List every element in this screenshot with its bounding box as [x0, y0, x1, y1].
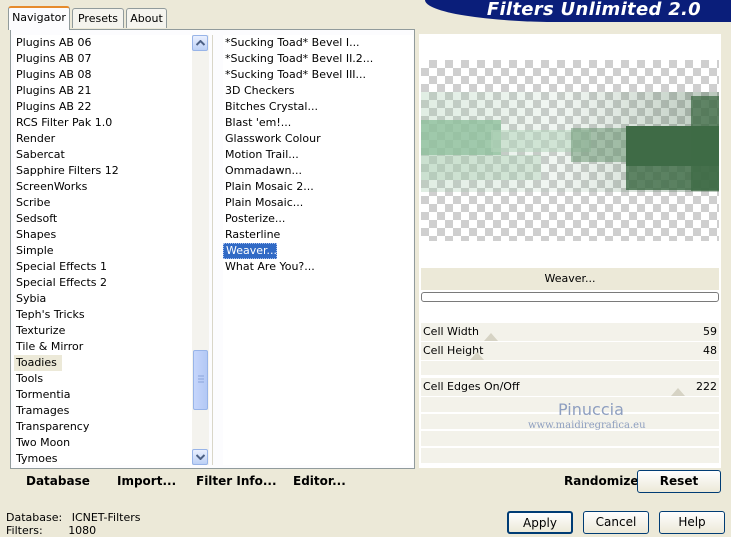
filter-item[interactable]: Posterize... [223, 211, 285, 227]
status-database-value: ICNET-Filters [71, 511, 141, 524]
param-cell-edges[interactable]: Cell Edges On/Off 222 [421, 378, 719, 396]
category-item[interactable]: Plugins AB 06 [14, 35, 91, 51]
database-button[interactable]: Database [26, 474, 90, 488]
category-item[interactable]: Texturize [14, 323, 65, 339]
category-item[interactable]: Tymoes [14, 451, 57, 465]
current-filter-name: Weaver... [421, 268, 719, 290]
editor-button[interactable]: Editor... [293, 474, 346, 488]
filter-item[interactable]: Plain Mosaic 2... [223, 179, 314, 195]
title-banner: Filters Unlimited 2.0 [425, 0, 731, 22]
param-empty [421, 431, 719, 446]
category-item[interactable]: Tile & Mirror [14, 339, 83, 355]
category-scrollbar[interactable] [192, 35, 209, 465]
tab-presets[interactable]: Presets [72, 8, 124, 28]
filter-item[interactable]: Ommadawn... [223, 163, 302, 179]
scroll-thumb[interactable] [193, 350, 208, 410]
category-list[interactable]: Plugins AB 06 Plugins AB 07 Plugins AB 08 P… [14, 35, 192, 465]
category-item[interactable]: Simple [14, 243, 54, 259]
category-item[interactable]: Special Effects 2 [14, 275, 107, 291]
tab-about[interactable]: About [126, 8, 167, 28]
app-title: Filters Unlimited 2.0 [486, 0, 701, 20]
filter-info-button[interactable]: Filter Info... [196, 474, 277, 488]
reset-button[interactable]: Reset [637, 470, 721, 493]
slider-thumb[interactable] [484, 333, 498, 341]
status-database-label: Database: [6, 511, 63, 524]
filter-item[interactable]: Blast 'em!... [223, 115, 291, 131]
list-divider [212, 35, 213, 465]
category-item[interactable]: Transparency [14, 419, 89, 435]
param-cell-width[interactable]: Cell Width 59 [421, 323, 719, 341]
category-item[interactable]: Tormentia [14, 387, 70, 403]
slider-thumb[interactable] [470, 352, 484, 360]
category-item[interactable]: Plugins AB 22 [14, 99, 91, 115]
param-label: Cell Width [423, 325, 480, 338]
category-item[interactable]: Sedsoft [14, 211, 57, 227]
tab-navigator[interactable]: Navigator [8, 6, 70, 30]
preview-image [421, 60, 719, 241]
param-empty [421, 361, 719, 375]
category-item[interactable]: Two Moon [14, 435, 70, 451]
category-item[interactable]: Teph's Tricks [14, 307, 85, 323]
category-item[interactable]: Plugins AB 21 [14, 83, 91, 99]
category-item[interactable]: Render [14, 131, 55, 147]
grip-icon [198, 375, 204, 383]
chevron-down-icon [195, 454, 205, 460]
category-item[interactable]: ScreenWorks [14, 179, 87, 195]
param-empty [421, 448, 719, 463]
filter-item[interactable]: Motion Trail... [223, 147, 299, 163]
filter-item[interactable]: *Sucking Toad* Bevel III... [223, 67, 366, 83]
param-label: Cell Edges On/Off [423, 380, 520, 393]
progress-bar [421, 292, 719, 302]
right-button-bar: Randomize Reset [421, 470, 721, 494]
filter-item[interactable]: Bitches Crystal... [223, 99, 318, 115]
chevron-up-icon [195, 40, 205, 46]
filter-item[interactable]: Weaver... [223, 243, 277, 259]
param-value: 222 [696, 380, 717, 393]
randomize-button[interactable]: Randomize [564, 474, 638, 488]
watermark-name: Pinuccia [558, 400, 624, 419]
category-item[interactable]: Sapphire Filters 12 [14, 163, 119, 179]
filter-item[interactable]: What Are You?... [223, 259, 315, 275]
filter-item[interactable]: *Sucking Toad* Bevel I... [223, 35, 360, 51]
filter-item[interactable]: Rasterline [223, 227, 280, 243]
category-item[interactable]: Toadies [14, 355, 62, 371]
left-button-bar: Database Import... Filter Info... Editor… [10, 470, 415, 494]
category-item[interactable]: Shapes [14, 227, 56, 243]
import-button[interactable]: Import... [117, 474, 176, 488]
category-item[interactable]: Special Effects 1 [14, 259, 107, 275]
category-item[interactable]: Tramages [14, 403, 69, 419]
category-item[interactable]: Sabercat [14, 147, 65, 163]
scroll-down-button[interactable] [192, 449, 208, 465]
scroll-up-button[interactable] [192, 35, 208, 51]
param-cell-height[interactable]: Cell Height 48 [421, 342, 719, 360]
status-database: Database: ICNET-Filters [6, 511, 140, 524]
category-item[interactable]: Plugins AB 07 [14, 51, 91, 67]
category-item[interactable]: Scribe [14, 195, 50, 211]
category-item[interactable]: Sybia [14, 291, 46, 307]
param-value: 59 [703, 325, 717, 338]
preview-art [421, 92, 719, 192]
filter-item[interactable]: *Sucking Toad* Bevel II.2... [223, 51, 373, 67]
category-item[interactable]: Tools [14, 371, 43, 387]
watermark-url: www.maidiregrafica.eu [528, 420, 646, 431]
filter-list[interactable]: *Sucking Toad* Bevel I... *Sucking Toad* … [223, 35, 413, 465]
filter-item[interactable]: Glasswork Colour [223, 131, 321, 147]
filter-item[interactable]: 3D Checkers [223, 83, 294, 99]
slider-thumb[interactable] [671, 388, 685, 396]
category-item[interactable]: Plugins AB 08 [14, 67, 91, 83]
param-value: 48 [703, 344, 717, 357]
filter-item[interactable]: Plain Mosaic... [223, 195, 303, 211]
category-item[interactable]: RCS Filter Pak 1.0 [14, 115, 112, 131]
